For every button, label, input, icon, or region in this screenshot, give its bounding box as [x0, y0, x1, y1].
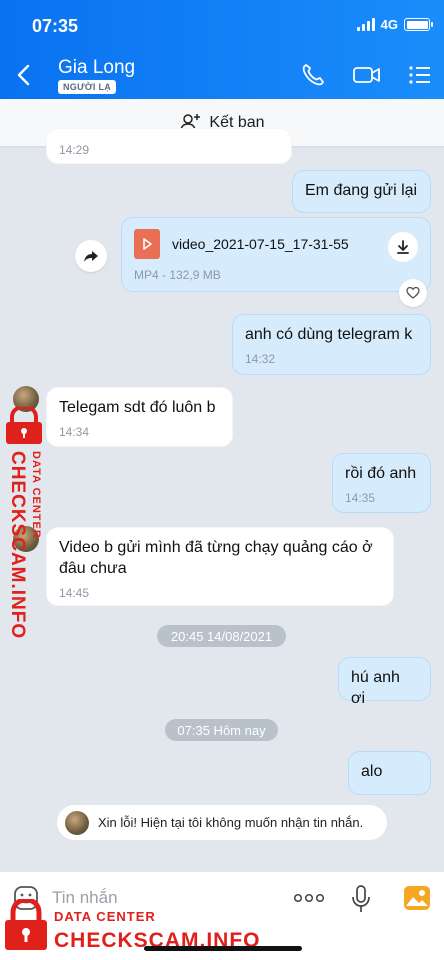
- phone-call-icon[interactable]: [300, 62, 326, 88]
- auto-reply-notice: Xin lỗi! Hiện tại tôi không muốn nhận ti…: [57, 805, 387, 840]
- message-text: Telegam sdt đó luôn b: [59, 399, 216, 416]
- message-bubble-outgoing[interactable]: anh có dùng telegram k 14:32: [232, 314, 431, 375]
- auto-reply-text: Xin lỗi! Hiện tại tôi không muốn nhận ti…: [98, 815, 364, 830]
- message-text: hú anh ơi: [351, 669, 400, 707]
- back-arrow-icon[interactable]: [12, 62, 36, 88]
- message-text: Video b gửi mình đã từng chạy quảng cáo …: [59, 539, 373, 577]
- message-bubble-outgoing[interactable]: rồi đó anh 14:35: [332, 453, 431, 513]
- message-text: rồi đó anh: [345, 465, 417, 482]
- network-type: 4G: [380, 17, 398, 32]
- stranger-badge: NGƯỜI LẠ: [58, 80, 117, 94]
- battery-icon: [404, 18, 433, 31]
- watermark-subtext: DATA CENTER: [30, 451, 42, 539]
- message-text: alo: [361, 763, 383, 780]
- message-time: 14:45: [59, 585, 90, 600]
- watermark-subtext: DATA CENTER: [54, 909, 156, 924]
- file-attachment[interactable]: video_2021-07-15_17-31-55 MP4 - 132,9 MB: [121, 217, 431, 292]
- microphone-icon[interactable]: [350, 884, 372, 914]
- download-icon: [397, 240, 409, 254]
- watermark-text: CHECKSCAM.INFO: [7, 451, 28, 640]
- file-meta: MP4 - 132,9 MB: [134, 268, 221, 282]
- status-icons: 4G: [356, 17, 433, 32]
- video-file-icon: [134, 229, 160, 259]
- date-separator: 20:45 14/08/2021: [157, 625, 286, 647]
- react-button[interactable]: [399, 279, 427, 307]
- message-bubble-incoming[interactable]: Telegam sdt đó luôn b 14:34: [46, 387, 233, 447]
- file-name: video_2021-07-15_17-31-55: [172, 236, 349, 252]
- message-bubble-incoming[interactable]: Video b gửi mình đã từng chạy quảng cáo …: [46, 527, 394, 606]
- forward-arrow-icon: [84, 251, 98, 262]
- menu-list-icon[interactable]: [407, 62, 433, 88]
- forward-button[interactable]: [75, 240, 107, 272]
- message-bubble-outgoing[interactable]: alo: [348, 751, 431, 795]
- date-separator: 07:35 Hôm nay: [165, 719, 278, 741]
- contact-avatar-small: [65, 810, 89, 835]
- home-indicator: [144, 946, 302, 951]
- message-time: 14:29: [59, 143, 90, 157]
- contact-name[interactable]: Gia Long: [58, 57, 135, 79]
- message-time: 14:35: [345, 490, 376, 505]
- status-time: 07:35: [32, 16, 79, 36]
- chat-header: 07:35 4G Gia Long NGƯỜI LẠ: [0, 0, 444, 99]
- video-call-icon[interactable]: [352, 62, 382, 88]
- download-button[interactable]: [388, 232, 418, 262]
- message-bubble-outgoing[interactable]: hú anh ơi: [338, 657, 431, 707]
- message-text: anh có dùng telegram k: [245, 326, 413, 343]
- watermark-logo: CHECKSCAM.INFO DATA CENTER: [4, 405, 52, 639]
- message-time: 14:34: [59, 424, 90, 439]
- gallery-image-icon[interactable]: [403, 885, 431, 911]
- heart-icon: [406, 286, 420, 299]
- message-time: 14:32: [245, 351, 276, 366]
- message-bubble-outgoing[interactable]: Em đang gửi lại: [292, 170, 431, 213]
- message-bubble-incoming[interactable]: 14:29: [46, 128, 292, 164]
- signal-icon: [356, 18, 375, 31]
- message-text: Em đang gửi lại: [305, 182, 418, 199]
